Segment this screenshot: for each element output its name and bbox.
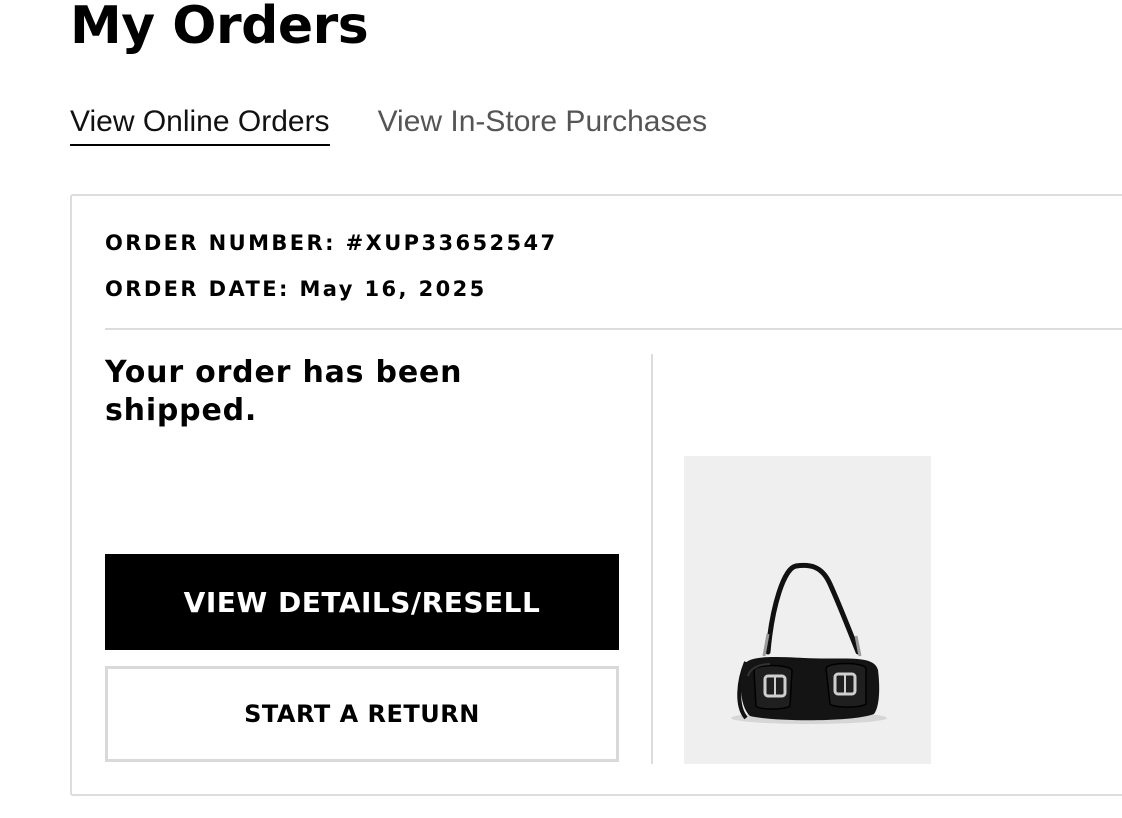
order-number: ORDER NUMBER: #XUP33652547 (105, 231, 558, 255)
column-divider (651, 354, 653, 764)
view-details-resell-button[interactable]: VIEW DETAILS/RESELL (105, 554, 619, 650)
order-date: ORDER DATE: May 16, 2025 (105, 277, 487, 301)
order-card: ORDER NUMBER: #XUP33652547 ORDER DATE: M… (70, 194, 1122, 796)
page-title: My Orders (70, 0, 369, 56)
tab-in-store-purchases[interactable]: View In-Store Purchases (378, 102, 708, 146)
start-return-button[interactable]: START A RETURN (105, 666, 619, 762)
shoulder-bag-icon (731, 562, 887, 724)
tab-online-orders[interactable]: View Online Orders (70, 102, 330, 146)
order-status: Your order has been shipped. (105, 355, 463, 428)
order-tabs: View Online Orders View In-Store Purchas… (70, 102, 707, 146)
card-divider (105, 328, 1122, 330)
product-image[interactable] (684, 456, 931, 764)
